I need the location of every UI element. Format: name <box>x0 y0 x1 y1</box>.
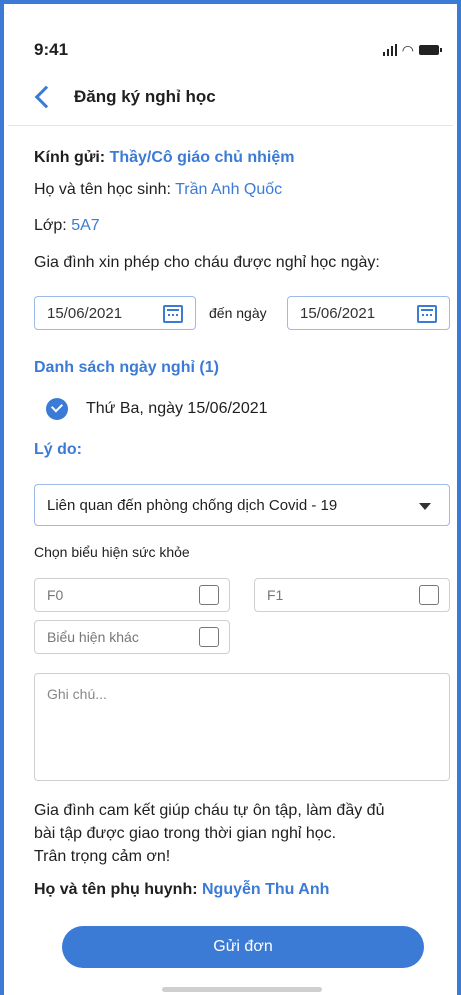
signal-icon <box>382 44 397 56</box>
app-header: Đăng ký nghỉ học <box>34 82 216 112</box>
chevron-down-icon[interactable] <box>419 503 431 510</box>
commitment-line-1: Gia đình cam kết giúp cháu tự ôn tập, là… <box>34 802 385 819</box>
reason-selected: Liên quan đến phòng chống dịch Covid - 1… <box>47 496 338 514</box>
status-icons: ◠ <box>382 42 442 58</box>
parent-value: Nguyễn Thu Anh <box>202 881 330 898</box>
app-frame: 9:41 ◠ Đăng ký nghỉ học Kính gửi: Thầy/C… <box>0 0 461 995</box>
date-to-label: đến ngày <box>209 305 267 321</box>
back-arrow-icon[interactable] <box>34 85 58 109</box>
request-text: Gia đình xin phép cho cháu được nghỉ học… <box>34 254 380 271</box>
recipient-value: Thầy/Cô giáo chủ nhiệm <box>109 149 295 166</box>
date-from-field[interactable]: 15/06/2021 <box>34 296 196 330</box>
student-label: Họ và tên học sinh: <box>34 181 171 198</box>
parent-label: Họ và tên phụ huynh: <box>34 881 198 898</box>
checkbox[interactable] <box>419 585 439 605</box>
checkbox[interactable] <box>199 627 219 647</box>
calendar-icon[interactable] <box>163 305 183 323</box>
health-option-label: Biểu hiện khác <box>47 629 139 645</box>
student-line: Họ và tên học sinh: Trần Anh Quốc <box>34 181 282 199</box>
commitment-text: Gia đình cam kết giúp cháu tự ôn tập, là… <box>34 799 444 868</box>
date-from-value: 15/06/2021 <box>47 304 123 322</box>
reason-label: Lý do: <box>34 441 82 458</box>
health-label: Chọn biểu hiện sức khỏe <box>34 544 190 560</box>
date-to-value: 15/06/2021 <box>300 304 376 322</box>
wifi-icon: ◠ <box>401 42 414 58</box>
leave-list-title: Danh sách ngày nghỉ (1) <box>34 359 219 376</box>
class-label: Lớp: <box>34 217 67 234</box>
thanks-line: Trân trọng cảm ơn! <box>34 848 171 865</box>
class-line: Lớp: 5A7 <box>34 217 100 235</box>
status-time: 9:41 <box>34 40 69 59</box>
calendar-icon[interactable] <box>417 305 437 323</box>
home-indicator <box>162 987 322 992</box>
checkbox[interactable] <box>199 585 219 605</box>
recipient-line: Kính gửi: Thầy/Cô giáo chủ nhiệm <box>34 149 294 167</box>
recipient-label: Kính gửi: <box>34 149 106 166</box>
health-option-f1[interactable]: F1 <box>254 578 450 612</box>
note-placeholder: Ghi chú... <box>47 686 107 702</box>
date-to-field[interactable]: 15/06/2021 <box>287 296 450 330</box>
commitment-line-2: bài tập được giao trong thời gian nghỉ h… <box>34 825 337 842</box>
reason-dropdown[interactable]: Liên quan đến phòng chống dịch Covid - 1… <box>34 484 450 526</box>
leave-day-item: Thứ Ba, ngày 15/06/2021 <box>86 400 268 417</box>
health-option-other[interactable]: Biểu hiện khác <box>34 620 230 654</box>
parent-line: Họ và tên phụ huynh: Nguyễn Thu Anh <box>34 881 329 899</box>
status-bar: 9:41 ◠ <box>34 38 442 62</box>
page-title: Đăng ký nghỉ học <box>74 87 216 106</box>
health-option-label: F0 <box>47 587 64 603</box>
health-option-label: F1 <box>267 587 284 603</box>
battery-icon <box>419 45 442 55</box>
submit-button[interactable]: Gửi đơn <box>62 926 424 968</box>
header-divider <box>8 125 453 126</box>
note-textarea[interactable]: Ghi chú... <box>34 673 450 781</box>
health-option-f0[interactable]: F0 <box>34 578 230 612</box>
class-value: 5A7 <box>71 217 100 234</box>
checked-circle-icon[interactable] <box>46 398 68 420</box>
student-value: Trần Anh Quốc <box>175 181 283 198</box>
